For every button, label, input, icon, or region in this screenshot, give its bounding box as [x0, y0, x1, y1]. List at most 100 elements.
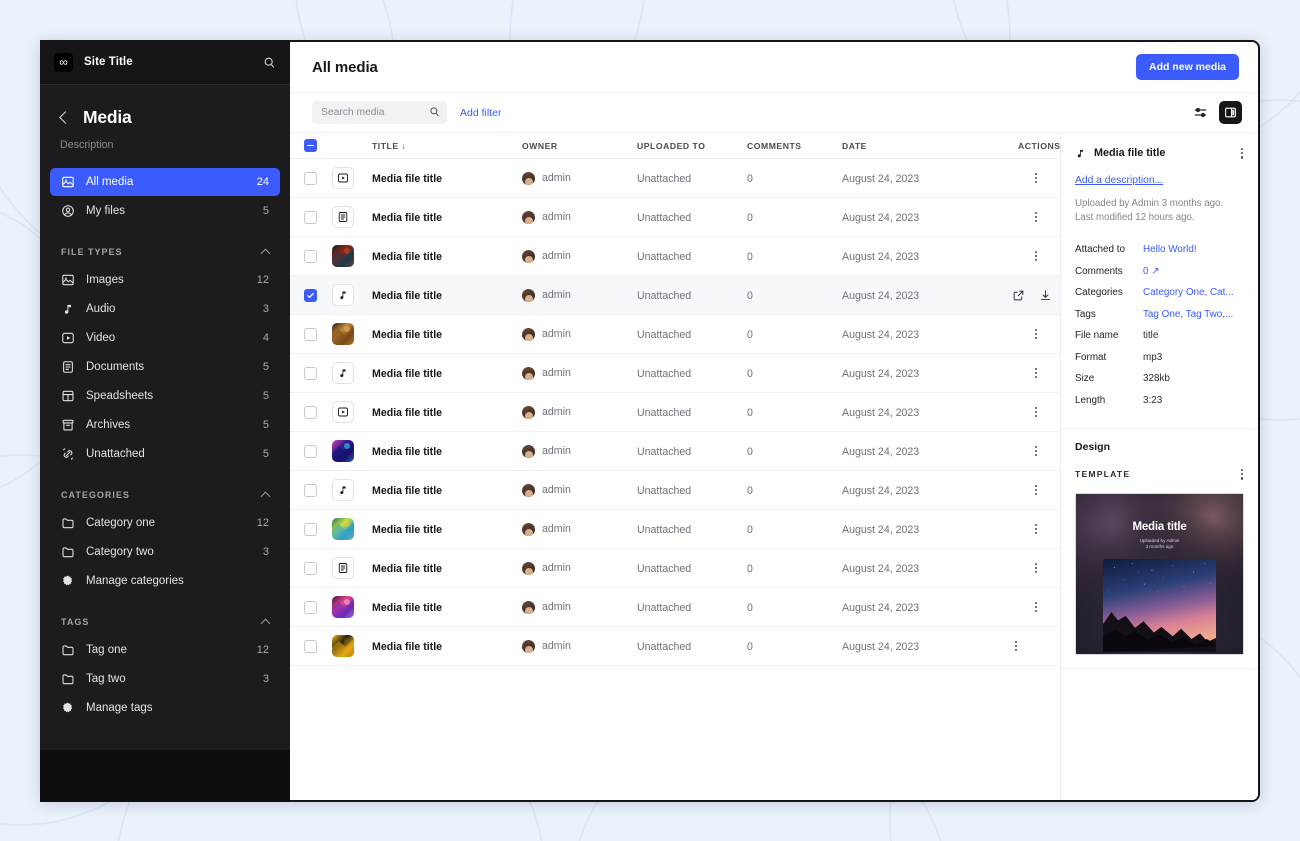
row-checkbox[interactable] [304, 600, 317, 614]
row-menu-button[interactable] [1032, 560, 1040, 577]
sidebar-item-images[interactable]: Images 12 [50, 266, 280, 294]
download-button[interactable] [1039, 289, 1052, 302]
row-menu-button[interactable] [1032, 482, 1040, 499]
row-owner-cell: admin [522, 210, 637, 224]
sidebar-item-documents[interactable]: Documents 5 [50, 353, 280, 381]
side-panel-toggle-button[interactable] [1219, 101, 1242, 124]
row-checkbox[interactable] [304, 639, 317, 653]
sidebar-item-label: Audio [86, 303, 116, 315]
row-menu-button[interactable] [1032, 170, 1040, 187]
sidebar-item-managetags[interactable]: Manage tags [50, 694, 280, 722]
sidebar-item-archives[interactable]: Archives 5 [50, 411, 280, 439]
detail-panel-menu-button[interactable] [1238, 145, 1246, 162]
row-checkbox[interactable] [304, 561, 317, 575]
search-icon[interactable] [263, 56, 276, 69]
add-new-media-button[interactable]: Add new media [1135, 54, 1239, 80]
row-date-cell: August 24, 2023 [842, 251, 920, 263]
detail-field-value[interactable]: Hello World! [1143, 244, 1197, 255]
sidebar-section-tags[interactable]: TAGS [50, 617, 280, 629]
avatar [522, 444, 535, 458]
select-all-checkbox[interactable] [304, 139, 317, 152]
table-row[interactable]: Media file title admin Unattached 0 Augu… [290, 315, 1060, 354]
template-menu-button[interactable] [1238, 466, 1246, 483]
sliders-icon[interactable] [1193, 105, 1208, 120]
table-row[interactable]: Media file title admin Unattached 0 Augu… [290, 159, 1060, 198]
table-row[interactable]: Media file title admin Unattached 0 Augu… [290, 354, 1060, 393]
row-checkbox[interactable] [304, 327, 317, 341]
table-row[interactable]: Media file title admin Unattached 0 Augu… [290, 549, 1060, 588]
table-row[interactable]: Media file title admin Unattached 0 Augu… [290, 588, 1060, 627]
detail-field-row: Format mp3 [1075, 352, 1244, 363]
column-header-comments[interactable]: COMMENTS [747, 141, 842, 151]
main-content: All media Add new media Add filter [290, 40, 1260, 802]
sidebar-item-categorytwo[interactable]: Category two 3 [50, 538, 280, 566]
table-row[interactable]: Media file title admin Unattached 0 Augu… [290, 237, 1060, 276]
add-description-link[interactable]: Add a description... [1075, 175, 1244, 186]
template-preview-card[interactable]: Media title Uploaded by Admin 3 months a… [1075, 492, 1244, 655]
image-yellow-thumbnail [332, 635, 354, 657]
sidebar-section-categories[interactable]: CATEGORIES [50, 490, 280, 502]
sidebar-item-categoryone[interactable]: Category one 12 [50, 509, 280, 537]
row-comments-cell: 0 [747, 485, 753, 497]
sidebar-section-file types[interactable]: FILE TYPES [50, 247, 280, 259]
image-icon [61, 175, 75, 189]
avatar [522, 483, 535, 497]
detail-field-value[interactable]: Tag One, Tag Two,... [1143, 309, 1233, 320]
sidebar-item-managecategories[interactable]: Manage categories [50, 567, 280, 595]
detail-field-value[interactable]: 0 ↗ [1143, 266, 1160, 277]
table-row[interactable]: Media file title admin Unattached 0 Augu… [290, 471, 1060, 510]
sidebar-item-allmedia[interactable]: All media 24 [50, 168, 280, 196]
sidebar-item-audio[interactable]: Audio 3 [50, 295, 280, 323]
table-row[interactable]: Media file title admin Unattached 0 Augu… [290, 198, 1060, 237]
row-menu-button[interactable] [1032, 326, 1040, 343]
sidebar-item-myfiles[interactable]: My files 5 [50, 197, 280, 225]
row-checkbox[interactable] [304, 249, 317, 263]
table-row[interactable]: Media file title admin Unattached 0 Augu… [290, 627, 1060, 666]
sidebar-item-tagtwo[interactable]: Tag two 3 [50, 665, 280, 693]
table-row[interactable]: Media file title admin Unattached 0 Augu… [290, 276, 1099, 315]
search-icon[interactable] [429, 106, 440, 117]
table-row[interactable]: Media file title admin Unattached 0 Augu… [290, 432, 1060, 471]
search-input[interactable] [312, 101, 447, 124]
row-thumbnail-cell [332, 440, 372, 462]
row-checkbox[interactable] [304, 288, 317, 302]
sidebar-item-tagone[interactable]: Tag one 12 [50, 636, 280, 664]
table-row[interactable]: Media file title admin Unattached 0 Augu… [290, 393, 1060, 432]
table-row[interactable]: Media file title admin Unattached 0 Augu… [290, 510, 1060, 549]
back-chevron-icon[interactable] [59, 111, 72, 124]
row-menu-button[interactable] [1032, 404, 1040, 421]
row-menu-button[interactable] [1032, 248, 1040, 265]
open-in-new-button[interactable] [1012, 289, 1025, 302]
add-filter-link[interactable]: Add filter [460, 107, 501, 119]
row-menu-button[interactable] [1032, 599, 1040, 616]
row-menu-button[interactable] [1012, 638, 1020, 655]
sidebar-item-unattached[interactable]: Unattached 5 [50, 440, 280, 468]
row-title-cell: Media file title [372, 212, 443, 224]
row-thumbnail-cell [332, 596, 372, 618]
sidebar-item-count: 3 [262, 546, 269, 558]
row-menu-button[interactable] [1032, 365, 1040, 382]
row-checkbox[interactable] [304, 405, 317, 419]
column-header-uploaded-to[interactable]: UPLOADED TO [637, 141, 747, 151]
column-header-date[interactable]: DATE [842, 141, 1012, 151]
row-checkbox[interactable] [304, 483, 317, 497]
chevron-up-icon [260, 618, 271, 629]
row-checkbox[interactable] [304, 522, 317, 536]
detail-field-key: Length [1075, 394, 1106, 406]
sidebar-item-speadsheets[interactable]: Speadsheets 5 [50, 382, 280, 410]
detail-field-value[interactable]: Category One, Cat... [1143, 287, 1234, 298]
row-checkbox[interactable] [304, 444, 317, 458]
row-menu-button[interactable] [1032, 443, 1040, 460]
row-menu-button[interactable] [1032, 209, 1040, 226]
column-header-title[interactable]: TITLE ↓ [372, 141, 522, 151]
column-header-owner[interactable]: OWNER [522, 141, 637, 151]
sidebar-item-count: 3 [262, 303, 269, 315]
row-menu-button[interactable] [1032, 521, 1040, 538]
row-checkbox[interactable] [304, 366, 317, 380]
row-checkbox[interactable] [304, 210, 317, 224]
row-owner-name: admin [542, 406, 571, 418]
row-owner-cell: admin [522, 639, 637, 653]
sidebar-section-title: TAGS [61, 617, 90, 627]
row-checkbox[interactable] [304, 171, 317, 185]
sidebar-item-video[interactable]: Video 4 [50, 324, 280, 352]
